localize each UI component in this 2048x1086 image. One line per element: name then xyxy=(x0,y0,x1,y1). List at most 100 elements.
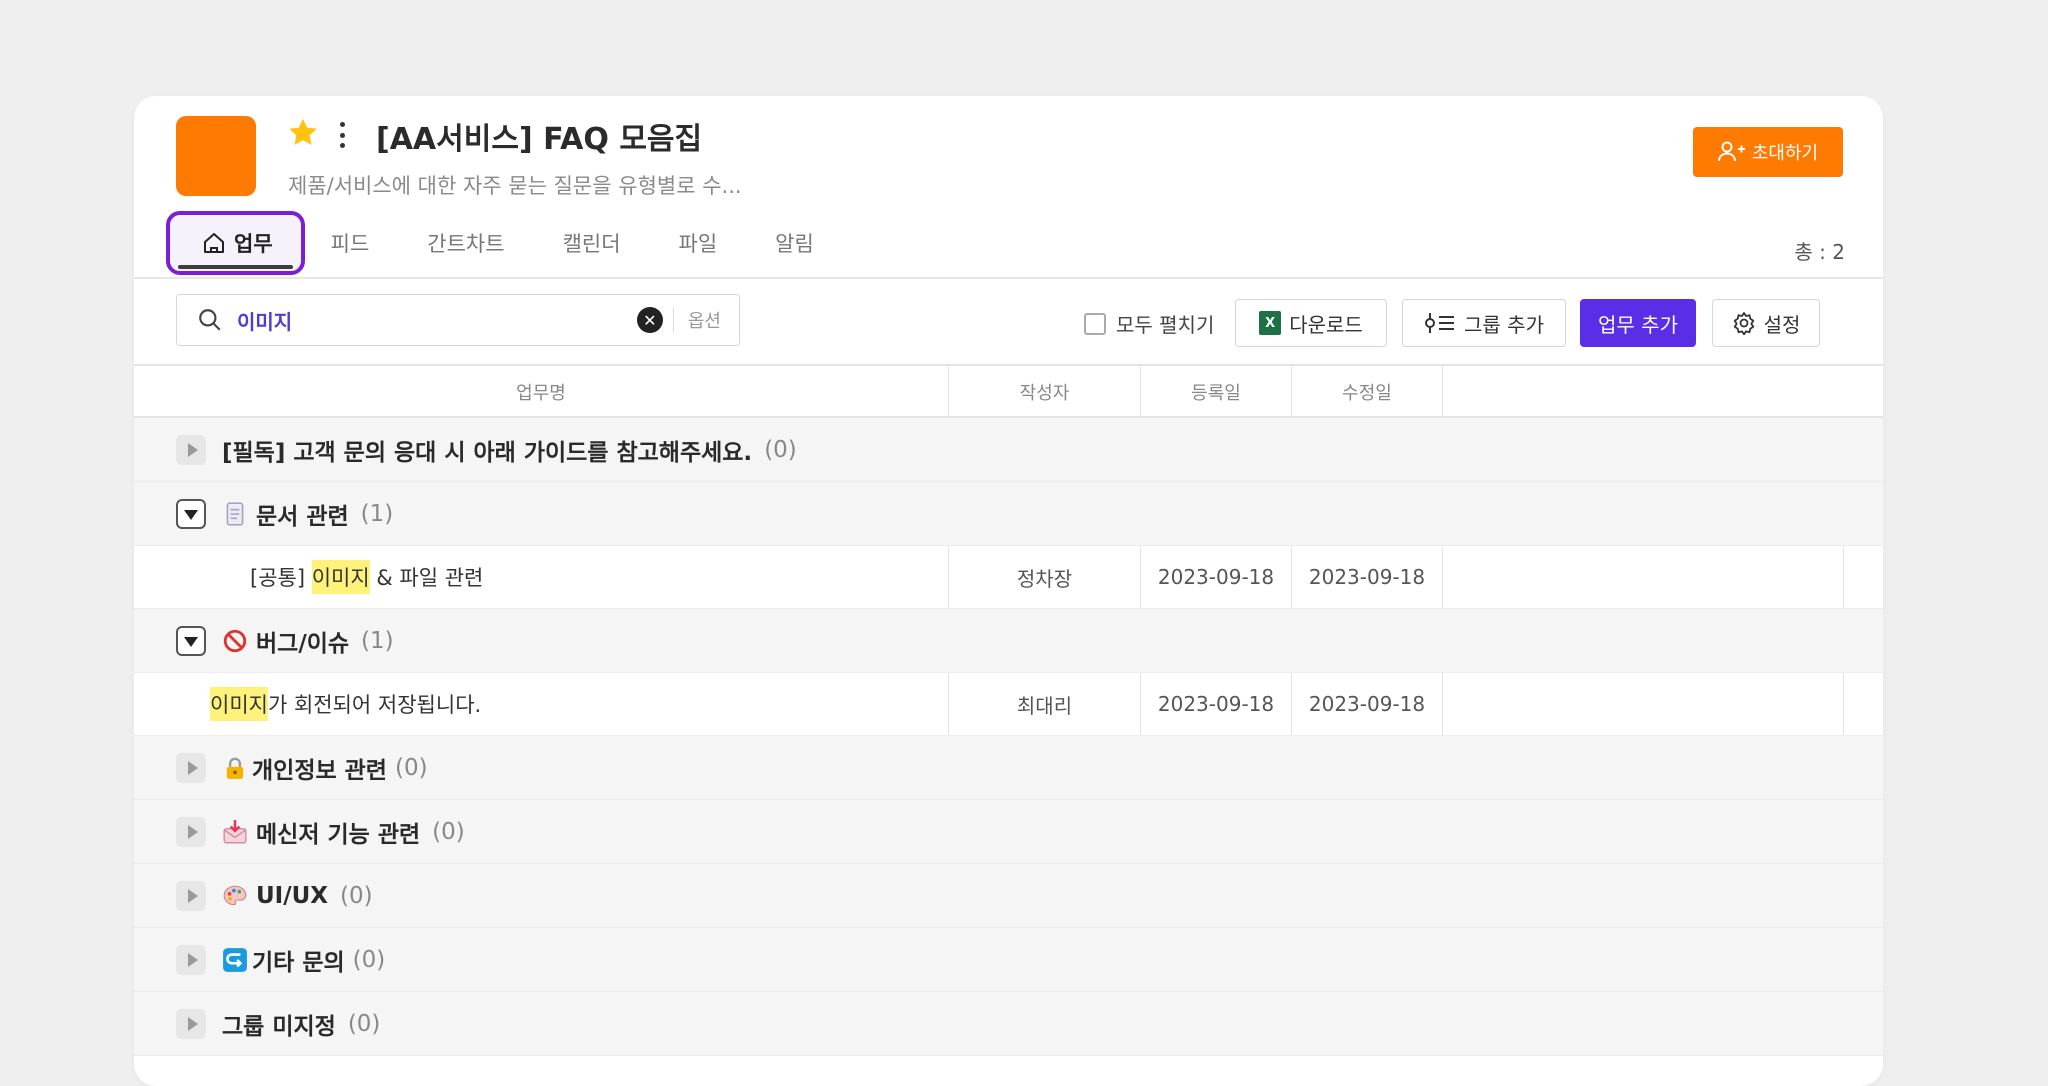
expand-all-toggle[interactable]: 모두 펼치기 xyxy=(1084,309,1214,338)
group-name: 버그/이슈 xyxy=(256,630,350,657)
group-count: (0) xyxy=(352,946,386,973)
group-title: 그룹 미지정 (0) xyxy=(222,1007,380,1041)
group-title: [필독] 고객 문의 응대 시 아래 가이드를 참고해주세요. (0) xyxy=(222,433,797,467)
group-add-icon xyxy=(1425,313,1455,333)
group-name: 메신저 기능 관련 xyxy=(256,821,421,848)
column-header-modified[interactable]: 수정일 xyxy=(1292,366,1442,418)
tab-feed[interactable]: 피드 xyxy=(331,228,370,258)
expand-group-toggle[interactable] xyxy=(176,944,206,975)
collapse-group-toggle[interactable] xyxy=(176,498,206,529)
tab-tasks[interactable]: 업무 xyxy=(166,211,305,275)
settings-button[interactable]: 설정 xyxy=(1712,299,1820,347)
group-title: 버그/이슈 (1) xyxy=(222,624,394,658)
expand-group-toggle[interactable] xyxy=(176,880,206,911)
tab-gantt[interactable]: 간트차트 xyxy=(427,228,504,258)
task-created-date: 2023-09-18 xyxy=(1157,692,1275,716)
column-header-name[interactable]: 업무명 xyxy=(134,366,948,418)
search-highlight: 이미지 xyxy=(311,560,370,594)
settings-label: 설정 xyxy=(1763,312,1801,337)
group-name: UI/UX xyxy=(256,882,329,909)
search-highlight: 이미지 xyxy=(210,687,268,721)
group-row[interactable]: [필독] 고객 문의 응대 시 아래 가이드를 참고해주세요. (0) xyxy=(134,418,1883,482)
expand-group-toggle[interactable] xyxy=(176,1008,206,1039)
more-menu-icon[interactable] xyxy=(338,122,346,148)
task-name-prefix: [공통] xyxy=(250,566,312,590)
expand-group-toggle[interactable] xyxy=(176,816,206,847)
group-count: (1) xyxy=(361,627,394,654)
group-count: (0) xyxy=(340,882,373,909)
expand-all-checkbox[interactable] xyxy=(1084,312,1106,335)
column-divider xyxy=(1442,673,1443,735)
star-icon[interactable] xyxy=(286,116,320,150)
invite-button[interactable]: 초대하기 xyxy=(1693,127,1843,177)
column-divider xyxy=(1291,366,1292,418)
group-count: (0) xyxy=(432,818,465,845)
download-label: 다운로드 xyxy=(1289,312,1363,337)
search-input[interactable] xyxy=(235,307,637,333)
group-count: (0) xyxy=(394,754,428,781)
gear-icon xyxy=(1733,312,1754,335)
column-divider xyxy=(1843,546,1844,608)
expand-group-toggle[interactable] xyxy=(176,752,206,783)
excel-icon: X xyxy=(1259,311,1282,335)
task-author: 정차장 xyxy=(1016,566,1073,591)
add-group-button[interactable]: 그룹 추가 xyxy=(1402,299,1566,347)
column-divider xyxy=(948,366,949,418)
search-icon xyxy=(199,309,221,331)
tab-files[interactable]: 파일 xyxy=(679,228,718,258)
group-title: 메신저 기능 관련 (0) xyxy=(222,815,465,849)
clear-search-icon[interactable]: ✕ xyxy=(636,307,663,333)
group-row[interactable]: 그룹 미지정 (0) xyxy=(134,992,1883,1056)
task-name-suffix: 가 회전되어 저장됩니다. xyxy=(267,693,482,717)
table-row[interactable]: [공통] 이미지 & 파일 관련 정차장 2023-09-18 2023-09-… xyxy=(134,546,1883,609)
group-title: 개인정보 관련 (0) xyxy=(222,751,428,785)
search-box: ✕ 옵션 xyxy=(176,294,740,346)
group-name: 개인정보 관련 xyxy=(252,757,387,784)
tab-calendar[interactable]: 캘린더 xyxy=(563,228,621,258)
task-name-suffix: & 파일 관련 xyxy=(369,566,484,590)
add-user-icon xyxy=(1717,141,1745,162)
expand-all-label: 모두 펼치기 xyxy=(1116,313,1215,337)
column-divider xyxy=(1843,673,1844,735)
task-name[interactable]: [공통] 이미지 & 파일 관련 xyxy=(250,546,483,608)
group-title: 기타 문의 (0) xyxy=(222,943,385,977)
task-created-date: 2023-09-18 xyxy=(1157,565,1275,589)
project-logo xyxy=(176,116,256,196)
document-icon xyxy=(226,501,244,526)
column-header-author[interactable]: 작성자 xyxy=(949,366,1140,418)
group-name: 그룹 미지정 xyxy=(222,1013,336,1040)
table-row[interactable]: 이미지 가 회전되어 저장됩니다. 최대리 2023-09-18 2023-09-… xyxy=(134,673,1883,736)
column-divider xyxy=(1442,546,1443,608)
divider xyxy=(134,277,1883,279)
expand-group-toggle[interactable] xyxy=(176,434,206,465)
group-row[interactable]: 개인정보 관련 (0) xyxy=(134,736,1883,800)
group-row[interactable]: 메신저 기능 관련 (0) xyxy=(134,800,1883,864)
group-row[interactable]: 문서 관련 (1) xyxy=(134,482,1883,546)
lock-icon xyxy=(226,757,244,779)
group-count: (1) xyxy=(360,500,394,527)
tab-label: 업무 xyxy=(234,232,273,256)
collapse-group-toggle[interactable] xyxy=(176,625,206,656)
group-row[interactable]: 기타 문의 (0) xyxy=(134,928,1883,992)
palette-icon xyxy=(223,885,247,905)
inbox-download-icon xyxy=(223,819,247,843)
add-task-button[interactable]: 업무 추가 xyxy=(1580,299,1696,347)
search-options-button[interactable]: 옵션 xyxy=(674,307,739,333)
group-count: (0) xyxy=(764,436,797,463)
project-card: [AA서비스] FAQ 모음집 제품/서비스에 대한 자주 묻는 질문을 유형별… xyxy=(134,96,1883,1086)
group-row[interactable]: 버그/이슈 (1) xyxy=(134,609,1883,673)
group-name: 문서 관련 xyxy=(256,503,349,530)
tab-notifications[interactable]: 알림 xyxy=(775,228,814,258)
task-author: 최대리 xyxy=(1016,693,1073,718)
column-header-created[interactable]: 등록일 xyxy=(1141,366,1291,418)
group-name: 기타 문의 xyxy=(252,949,345,976)
prohibited-icon xyxy=(223,629,247,652)
group-title: UI/UX (0) xyxy=(222,883,373,909)
group-row[interactable]: UI/UX (0) xyxy=(134,864,1883,928)
column-divider xyxy=(1442,366,1443,418)
task-name[interactable]: 이미지 가 회전되어 저장됩니다. xyxy=(210,673,481,735)
download-button[interactable]: X 다운로드 xyxy=(1235,299,1387,347)
return-arrow-icon xyxy=(223,947,247,972)
home-icon xyxy=(204,233,224,253)
page-subtitle: 제품/서비스에 대한 자주 묻는 질문을 유형별로 수... xyxy=(288,174,742,198)
